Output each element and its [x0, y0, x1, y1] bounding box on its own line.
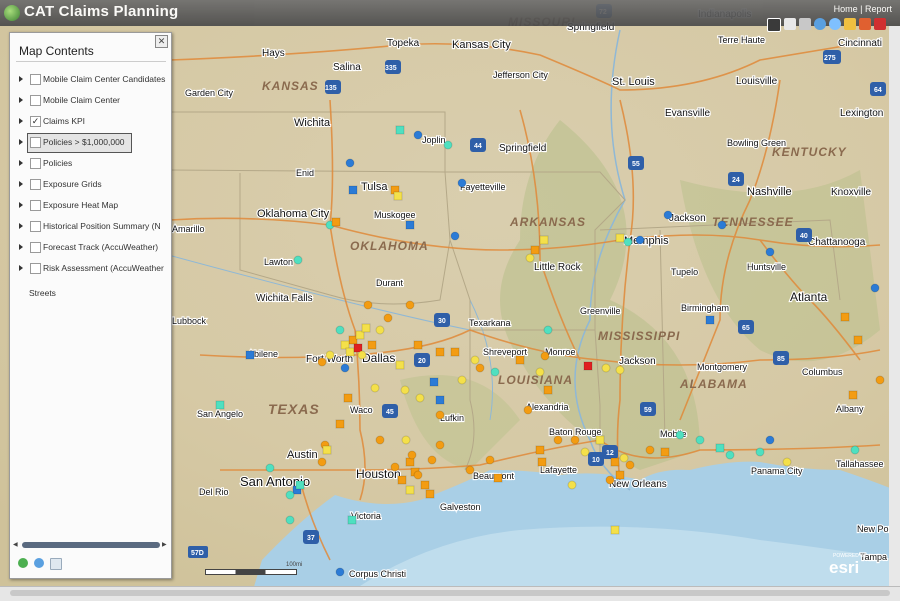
locate-icon[interactable] — [829, 18, 841, 30]
layer-item-exposure-grids[interactable]: Exposure Grids — [17, 176, 169, 194]
layer-item-mobile-claim-center[interactable]: Mobile Claim Center — [17, 92, 169, 110]
map-toolbar — [767, 18, 886, 32]
layer-checkbox[interactable] — [30, 95, 41, 106]
layer-checkbox[interactable] — [30, 158, 41, 169]
scale-label: 100mi — [286, 562, 303, 568]
esri-logo: esri — [829, 558, 860, 577]
close-icon[interactable]: ✕ — [155, 35, 168, 48]
panel-divider — [16, 61, 166, 62]
layer-label: Mobile Claim Center Candidates — [43, 74, 166, 84]
expand-arrow-icon[interactable] — [19, 97, 23, 103]
panel-horizontal-scrollbar[interactable] — [22, 542, 160, 548]
layer-item-risk-assessment[interactable]: Risk Assessment (AccuWeather — [17, 260, 169, 278]
expand-arrow-icon[interactable] — [19, 202, 23, 208]
layer-item-historical-position-summary[interactable]: Historical Position Summary (N — [17, 218, 169, 236]
layer-label: Policies > $1,000,000 — [43, 137, 125, 147]
globe-icon — [4, 5, 20, 21]
expand-arrow-icon[interactable] — [19, 139, 23, 145]
layer-item-forecast-track[interactable]: Forecast Track (AccuWeather) — [17, 239, 169, 257]
expand-arrow-icon[interactable] — [19, 244, 23, 250]
app-title: CAT Claims Planning — [24, 3, 179, 20]
layer-label: Historical Position Summary (N — [43, 221, 161, 231]
layer-checkbox[interactable] — [30, 242, 41, 253]
layer-label: Exposure Grids — [43, 179, 102, 189]
layer-label: Mobile Claim Center — [43, 95, 120, 105]
layer-label: Exposure Heat Map — [43, 200, 119, 210]
expand-arrow-icon[interactable] — [19, 76, 23, 82]
expand-arrow-icon[interactable] — [19, 223, 23, 229]
header-links: Home | Report — [834, 4, 892, 14]
layer-label: Forecast Track (AccuWeather) — [43, 242, 159, 252]
globe-tool-icon[interactable] — [34, 558, 44, 568]
close-tools-icon[interactable] — [874, 18, 886, 30]
panel-footer-tools — [18, 558, 62, 570]
layer-checkbox[interactable] — [30, 179, 41, 190]
expand-arrow-icon[interactable] — [19, 181, 23, 187]
document-icon[interactable] — [50, 558, 62, 570]
layers-icon[interactable] — [844, 18, 856, 30]
scroll-thumb[interactable] — [10, 590, 890, 596]
horizontal-scrollbar[interactable] — [0, 586, 900, 601]
table-icon[interactable] — [784, 18, 796, 30]
layer-item-exposure-heat-map[interactable]: Exposure Heat Map — [17, 197, 169, 215]
home-link[interactable]: Home — [834, 4, 858, 14]
layer-checkbox[interactable]: ✓ — [30, 116, 41, 127]
basemap-icon[interactable] — [767, 18, 781, 32]
layer-checkbox[interactable] — [30, 137, 41, 148]
link-separator: | — [860, 4, 863, 14]
layer-checkbox[interactable] — [30, 200, 41, 211]
layer-item-claims-kpi[interactable]: ✓ Claims KPI — [17, 113, 169, 131]
layer-checkbox[interactable] — [30, 221, 41, 232]
layer-item-policies[interactable]: Policies — [17, 155, 169, 173]
layer-item-mobile-claim-center-candidates[interactable]: Mobile Claim Center Candidates — [17, 71, 169, 89]
zoom-icon[interactable] — [814, 18, 826, 30]
scale-bar — [205, 569, 297, 575]
panel-title: Map Contents — [19, 44, 94, 58]
basemap-label: Streets — [29, 288, 56, 298]
expand-arrow-icon[interactable] — [19, 160, 23, 166]
layer-label: Risk Assessment (AccuWeather — [43, 263, 164, 273]
app-header: CAT Claims Planning Home | Report — [0, 0, 900, 26]
layer-checkbox[interactable] — [30, 263, 41, 274]
refresh-icon[interactable] — [18, 558, 28, 568]
layer-item-policies-over-1m[interactable]: Policies > $1,000,000 — [17, 134, 129, 152]
expand-arrow-icon[interactable] — [19, 118, 23, 124]
layer-checkbox[interactable] — [30, 74, 41, 85]
expand-arrow-icon[interactable] — [19, 265, 23, 271]
map-contents-panel: Map Contents ✕ Mobile Claim Center Candi… — [9, 32, 172, 579]
scroll-right-icon[interactable]: ▶ — [162, 541, 167, 548]
vertical-scrollbar[interactable] — [889, 26, 900, 586]
layer-label: Claims KPI — [43, 116, 86, 126]
layer-label: Policies — [43, 158, 73, 168]
tools-icon[interactable] — [859, 18, 871, 30]
report-link[interactable]: Report — [865, 4, 892, 14]
list-icon[interactable] — [799, 18, 811, 30]
scroll-left-icon[interactable]: ◀ — [13, 541, 18, 548]
